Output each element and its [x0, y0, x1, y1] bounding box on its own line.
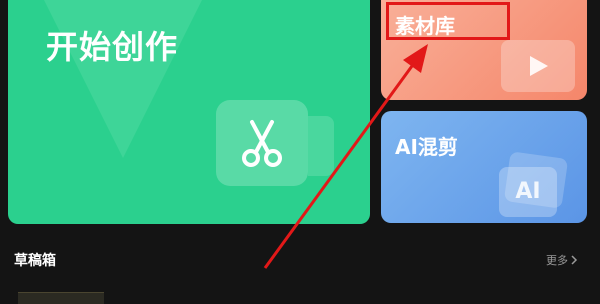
- ai-icon: AI: [499, 167, 557, 217]
- play-tile: [501, 40, 575, 92]
- highlight-box: [386, 2, 510, 40]
- ai-mix-title: AI混剪: [395, 135, 458, 159]
- more-link-label: 更多: [546, 254, 568, 267]
- chevron-right-icon: [571, 255, 578, 265]
- more-link[interactable]: 更多: [546, 252, 578, 268]
- drafts-title: 草稿箱: [14, 253, 56, 269]
- draft-thumbnail[interactable]: [18, 292, 104, 304]
- start-creating-card[interactable]: 开始创作: [8, 0, 370, 224]
- scissors-icon: [242, 120, 282, 167]
- tile-shadow: [308, 116, 334, 176]
- play-icon: [530, 56, 548, 76]
- scissors-tile: [216, 100, 308, 186]
- ai-mix-card[interactable]: AI混剪 AI: [381, 111, 587, 223]
- start-creating-title: 开始创作: [46, 28, 179, 66]
